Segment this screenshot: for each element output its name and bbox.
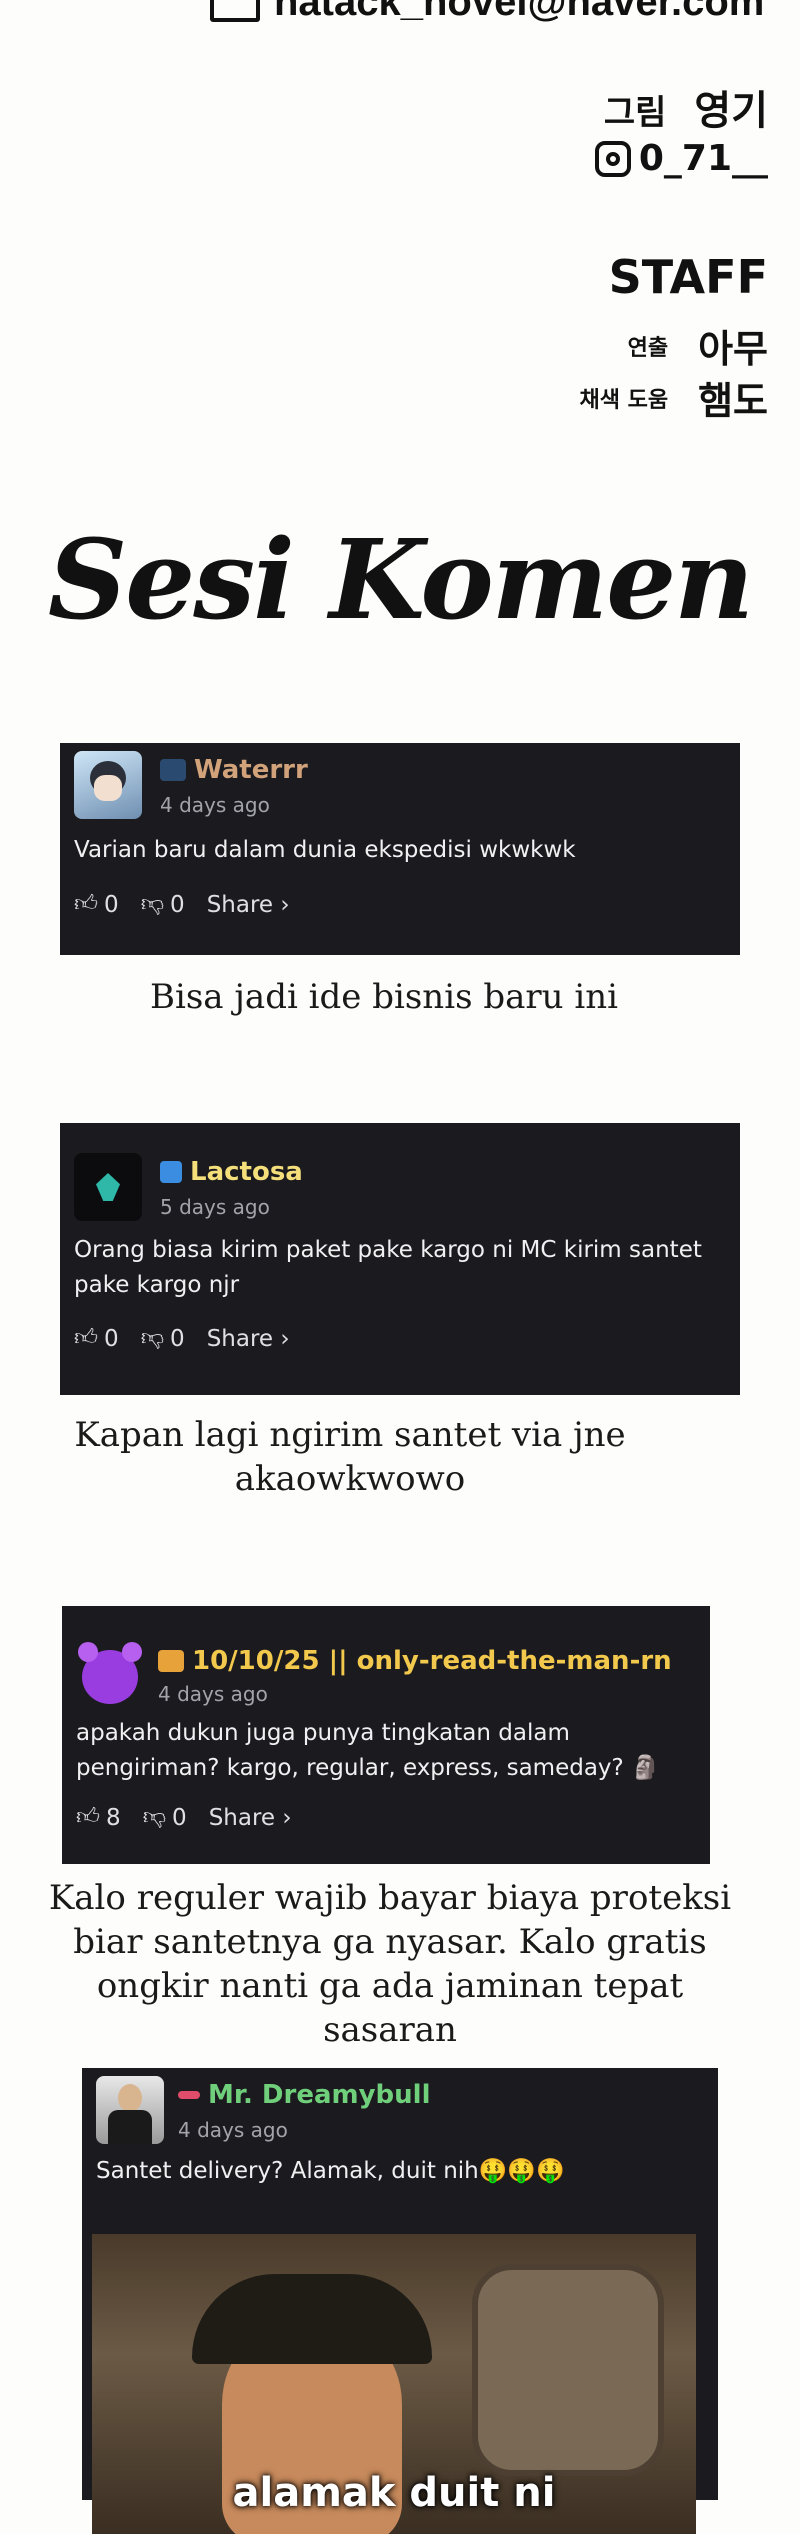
like-count: 0: [104, 1325, 119, 1352]
share-button[interactable]: Share ›: [207, 892, 290, 918]
comment-text: Santet delivery? Alamak, duit nih🤑🤑🤑: [96, 2158, 565, 2184]
dislike-button[interactable]: 👎︎ 0: [143, 1804, 187, 1831]
like-count: 8: [106, 1804, 121, 1831]
user-badge-icon: [158, 1650, 184, 1672]
color-name: 햄도: [698, 379, 768, 423]
username-text: 10/10/25 || only-read-the-man-rn: [192, 1646, 672, 1676]
meme-caption: alamak duit ni: [232, 2470, 556, 2516]
dislike-button[interactable]: 👎︎ 0: [141, 891, 185, 918]
dislike-count: 0: [172, 1804, 187, 1831]
dislike-count: 0: [170, 891, 185, 918]
like-button[interactable]: 👍︎ 0: [74, 891, 119, 918]
comment-card: Lactosa 5 days ago Orang biasa kirim pak…: [60, 1123, 740, 1395]
thumbs-down-icon: 👎︎: [140, 1325, 165, 1351]
comment-text: Varian baru dalam dunia ekspedisi wkwkwk: [74, 837, 576, 863]
like-button[interactable]: 👍︎ 8: [76, 1804, 121, 1831]
email-line: hatack_novel@naver.com: [210, 0, 764, 25]
thumbs-up-icon: 👍︎: [74, 1325, 99, 1351]
instagram-text: 0_71__: [638, 138, 768, 179]
comment-time: 4 days ago: [158, 1682, 268, 1706]
comment-time: 4 days ago: [178, 2118, 288, 2142]
user-badge-icon: [160, 759, 186, 781]
comment-time: 5 days ago: [160, 1195, 270, 1219]
user-badge-icon: [160, 1161, 182, 1183]
comment-caption: Bisa jadi ide bisnis baru ini: [150, 977, 618, 1017]
color-credit: 채색 도움 햄도: [579, 370, 768, 425]
mail-icon: [210, 0, 260, 22]
username-text: Lactosa: [190, 1157, 303, 1187]
comment-card: Mr. Dreamybull 4 days ago Santet deliver…: [82, 2068, 718, 2534]
art-name: 영기: [694, 88, 768, 134]
art-credit: 그림 영기: [604, 78, 768, 136]
director-credit: 연출 아무: [628, 318, 768, 373]
username-text: Mr. Dreamybull: [208, 2080, 431, 2110]
comment-caption: Kalo reguler wajib bayar biaya proteksi …: [48, 1878, 732, 2050]
avatar[interactable]: [74, 751, 142, 819]
share-button[interactable]: Share ›: [209, 1805, 292, 1831]
comment-actions: 👍︎ 0 👎︎ 0 Share ›: [74, 1325, 290, 1352]
director-name: 아무: [698, 327, 768, 371]
share-button[interactable]: Share ›: [207, 1326, 290, 1352]
section-title: Sesi Komen: [47, 515, 754, 644]
like-count: 0: [104, 891, 119, 918]
avatar[interactable]: [74, 1153, 142, 1221]
comment-username[interactable]: Lactosa: [160, 1157, 303, 1187]
meme-barrel: [472, 2264, 664, 2476]
comment-actions: 👍︎ 8 👎︎ 0 Share ›: [76, 1804, 292, 1831]
meme-hat: [192, 2274, 432, 2364]
comment-time: 4 days ago: [160, 793, 270, 817]
meme-image[interactable]: alamak duit ni: [92, 2234, 696, 2534]
comment-username[interactable]: Waterrr: [160, 755, 308, 785]
like-button[interactable]: 👍︎ 0: [74, 1325, 119, 1352]
dislike-count: 0: [170, 1325, 185, 1352]
thumbs-up-icon: 👍︎: [76, 1804, 101, 1830]
comment-username[interactable]: Mr. Dreamybull: [178, 2080, 431, 2110]
staff-heading: STAFF: [608, 250, 768, 304]
dislike-button[interactable]: 👎︎ 0: [141, 1325, 185, 1352]
color-label: 채색 도움: [579, 387, 669, 413]
email-text: hatack_novel@naver.com: [274, 0, 765, 24]
comment-username[interactable]: 10/10/25 || only-read-the-man-rn: [158, 1646, 672, 1676]
comment-card: 10/10/25 || only-read-the-man-rn 4 days …: [62, 1606, 710, 1864]
comment-actions: 👍︎ 0 👎︎ 0 Share ›: [74, 891, 290, 918]
comment-caption: Kapan lagi ngirim santet via jne akaowkw…: [74, 1415, 626, 1499]
user-badge-icon: [178, 2091, 200, 2099]
avatar[interactable]: [76, 1640, 144, 1708]
comment-text: Orang biasa kirim paket pake kargo ni MC…: [74, 1237, 702, 1298]
thumbs-down-icon: 👎︎: [140, 891, 165, 917]
comment-card: Waterrr 4 days ago Varian baru dalam dun…: [60, 743, 740, 955]
instagram-icon: [594, 140, 631, 177]
comment-text: apakah dukun juga punya tingkatan dalam …: [76, 1720, 660, 1781]
thumbs-up-icon: 👍︎: [74, 891, 99, 917]
thumbs-down-icon: 👎︎: [142, 1804, 167, 1830]
instagram-handle: 0_71__: [594, 138, 768, 179]
art-label: 그림: [603, 93, 667, 133]
avatar[interactable]: [96, 2076, 164, 2144]
director-label: 연출: [627, 335, 669, 361]
username-text: Waterrr: [194, 755, 308, 785]
